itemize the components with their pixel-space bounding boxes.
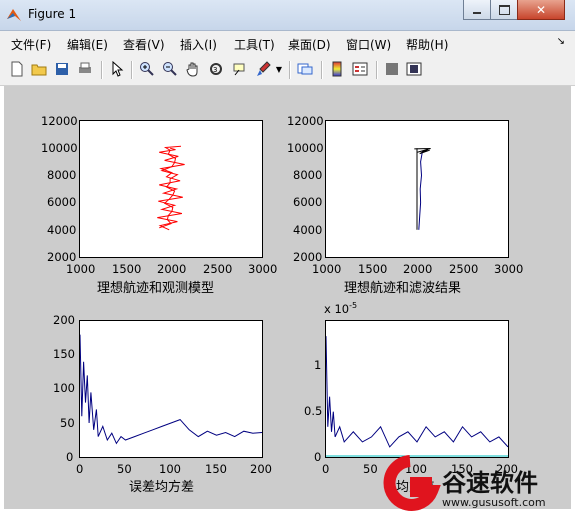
menu-window[interactable]: 窗口(W) bbox=[346, 36, 391, 53]
pointer-icon[interactable] bbox=[108, 60, 126, 78]
link-plot-icon[interactable] bbox=[296, 60, 314, 78]
plot-2-lines bbox=[414, 148, 431, 230]
plot-3-lines bbox=[79, 334, 263, 445]
menu-file[interactable]: 文件(F) bbox=[11, 36, 51, 53]
tick-label: 0 bbox=[76, 462, 84, 476]
brush-icon[interactable] bbox=[254, 60, 272, 78]
tick-label: 0 bbox=[66, 450, 74, 464]
window-title: Figure 1 bbox=[28, 7, 77, 21]
menu-help[interactable]: 帮助(H) bbox=[406, 36, 448, 53]
zoom-in-icon[interactable] bbox=[138, 60, 156, 78]
zoom-out-icon[interactable] bbox=[161, 60, 179, 78]
tick-label: 4000 bbox=[47, 223, 77, 237]
tick-label: 2000 bbox=[403, 262, 433, 276]
new-file-icon[interactable] bbox=[8, 60, 26, 78]
plot-1-lines bbox=[157, 145, 185, 231]
axes-3[interactable] bbox=[79, 320, 263, 458]
maximize-icon bbox=[498, 4, 510, 15]
minimize-button[interactable] bbox=[463, 0, 491, 20]
tick-label: 50 bbox=[60, 416, 75, 430]
menu-insert[interactable]: 插入(I) bbox=[180, 36, 217, 53]
x-axis-label: 理想航迹和滤波结果 bbox=[344, 281, 462, 296]
tick-label: 12000 bbox=[41, 114, 78, 128]
tick-label: 150 bbox=[205, 462, 227, 476]
x-axis-label: 误差均方差 bbox=[129, 480, 195, 495]
figure-canvas: 12000 10000 8000 6000 4000 2000 1000 150… bbox=[4, 86, 571, 509]
matlab-icon bbox=[6, 7, 22, 23]
watermark-brand: 谷速软件 bbox=[442, 469, 538, 497]
tick-label: 8000 bbox=[47, 168, 77, 182]
axes-2[interactable] bbox=[325, 120, 509, 258]
tick-label: 3000 bbox=[248, 262, 278, 276]
axes-1[interactable] bbox=[79, 120, 263, 258]
tick-label: 3000 bbox=[494, 262, 524, 276]
tick-label: 12000 bbox=[287, 114, 324, 128]
menu-edit[interactable]: 编辑(E) bbox=[67, 36, 108, 53]
menubar-dock-icon[interactable]: ↘ bbox=[557, 36, 565, 47]
colorbar-icon[interactable] bbox=[328, 60, 346, 78]
tick-label: 50 bbox=[117, 462, 132, 476]
tick-label: 1500 bbox=[112, 262, 142, 276]
tick-label: 100 bbox=[53, 381, 75, 395]
tick-label: 4000 bbox=[293, 223, 323, 237]
close-icon: ✕ bbox=[535, 2, 547, 17]
toolbar: 3 ▼ bbox=[0, 55, 575, 86]
tick-label: 0 bbox=[322, 462, 330, 476]
hide-plot-tools-icon[interactable] bbox=[383, 60, 401, 78]
data-cursor-icon[interactable] bbox=[230, 60, 248, 78]
tick-label: 1500 bbox=[358, 262, 388, 276]
tick-label: 10000 bbox=[287, 141, 324, 155]
tick-label: 0 bbox=[314, 450, 322, 464]
tick-label: 2000 bbox=[157, 262, 187, 276]
minimize-icon bbox=[473, 11, 481, 14]
tick-label: 150 bbox=[53, 347, 75, 361]
menu-desktop[interactable]: 桌面(D) bbox=[288, 36, 331, 53]
open-folder-icon[interactable] bbox=[30, 60, 48, 78]
x-axis-label: 理想航迹和观测模型 bbox=[97, 281, 215, 296]
tick-label: 1 bbox=[314, 358, 322, 372]
tick-label: 6000 bbox=[293, 195, 323, 209]
legend-icon[interactable] bbox=[351, 60, 369, 78]
menu-tools[interactable]: 工具(T) bbox=[234, 36, 275, 53]
close-button[interactable]: ✕ bbox=[517, 0, 565, 20]
pan-hand-icon[interactable] bbox=[184, 60, 202, 78]
tick-label: 8000 bbox=[293, 168, 323, 182]
tick-label: 0.5 bbox=[304, 404, 323, 418]
tick-label: 50 bbox=[363, 462, 378, 476]
tick-label: 10000 bbox=[41, 141, 78, 155]
tick-label: 2500 bbox=[449, 262, 479, 276]
tick-label: 6000 bbox=[47, 195, 77, 209]
title-bar[interactable]: Figure 1 ✕ bbox=[0, 0, 575, 31]
tick-label: 2500 bbox=[203, 262, 233, 276]
menu-view[interactable]: 查看(V) bbox=[123, 36, 165, 53]
plot-4-lines bbox=[325, 336, 509, 457]
watermark-logo: 谷速软件 www.gususoft.com bbox=[380, 455, 575, 513]
watermark-url: www.gususoft.com bbox=[442, 496, 546, 509]
show-plot-tools-icon[interactable] bbox=[405, 60, 423, 78]
maximize-button[interactable] bbox=[490, 0, 518, 20]
figure-window: Figure 1 ✕ 文件(F) 编辑(E) 查看(V) 插入(I) 工具(T)… bbox=[0, 0, 575, 513]
svg-text:3: 3 bbox=[213, 66, 217, 74]
tick-label: 200 bbox=[250, 462, 272, 476]
axes-4[interactable] bbox=[325, 320, 509, 458]
tick-label: 1000 bbox=[312, 262, 342, 276]
exponent-label: x 10-5 bbox=[324, 301, 358, 316]
tick-label: 100 bbox=[159, 462, 181, 476]
rotate-3d-icon[interactable]: 3 bbox=[207, 60, 225, 78]
tick-label: 200 bbox=[53, 313, 75, 327]
print-icon[interactable] bbox=[76, 60, 94, 78]
brush-dropdown-icon[interactable]: ▼ bbox=[274, 60, 284, 78]
save-icon[interactable] bbox=[53, 60, 71, 78]
tick-label: 1000 bbox=[66, 262, 96, 276]
menu-bar: 文件(F) 编辑(E) 查看(V) 插入(I) 工具(T) 桌面(D) 窗口(W… bbox=[0, 31, 575, 55]
